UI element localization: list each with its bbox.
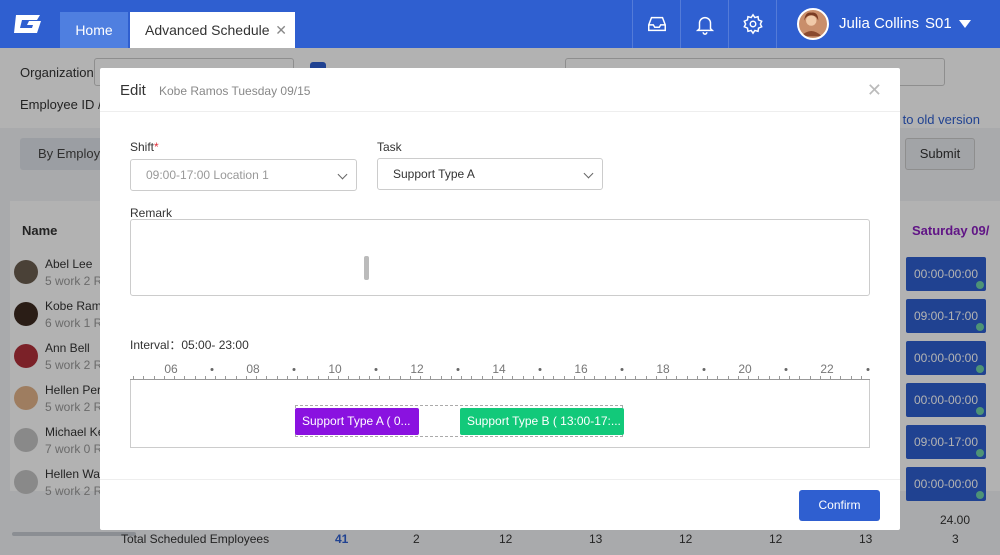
user-menu[interactable]: Julia Collins S01 <box>776 0 1000 48</box>
hour-dot <box>456 368 460 371</box>
confirm-button[interactable]: Confirm <box>799 490 880 521</box>
top-bar: Home Advanced Schedule ✕ Julia Collins S… <box>0 0 1000 48</box>
required-mark: * <box>154 140 159 154</box>
hour-label: 18 <box>656 362 670 376</box>
user-name: Julia Collins <box>839 15 920 32</box>
divider <box>100 111 900 112</box>
hour-dot <box>620 368 624 371</box>
tab-home[interactable]: Home <box>60 12 128 48</box>
hour-dot <box>784 368 788 371</box>
hour-dot <box>292 368 296 371</box>
gear-icon <box>742 13 763 35</box>
bell-icon <box>695 16 714 35</box>
tab-close-icon[interactable]: ✕ <box>275 12 287 48</box>
hour-label: 10 <box>328 362 342 376</box>
divider <box>100 479 900 480</box>
hour-label: 16 <box>574 362 588 376</box>
time-ruler: 06 08 10 12 14 16 18 20 22 <box>130 360 870 380</box>
inbox-button[interactable] <box>632 0 680 48</box>
task-block-support-a[interactable]: Support Type A ( 0... <box>295 408 419 435</box>
shift-select-value: 09:00-17:00 Location 1 <box>146 168 269 182</box>
hour-label: 08 <box>246 362 260 376</box>
tab-label: Advanced Schedule <box>145 22 270 38</box>
hour-dot <box>866 368 870 371</box>
hour-dot <box>374 368 378 371</box>
hour-label: 22 <box>820 362 834 376</box>
caret-down-icon <box>959 20 971 28</box>
remark-label: Remark <box>130 206 173 220</box>
interval-text: Interval：05:00- 23:00 <box>130 338 249 352</box>
hour-label: 12 <box>410 362 424 376</box>
hour-dot <box>210 368 214 371</box>
remark-textarea[interactable] <box>130 219 870 296</box>
settings-button[interactable] <box>728 0 776 48</box>
shift-label: Shift* <box>130 140 159 154</box>
chevron-down-icon <box>337 169 348 180</box>
timeline-area[interactable]: Support Type A ( 0... Support Type B ( 1… <box>130 380 870 448</box>
text-cursor <box>364 256 369 280</box>
inbox-icon <box>647 16 666 32</box>
edit-shift-modal: Edit Kobe Ramos Tuesday 09/15 ✕ Shift* 0… <box>100 68 900 530</box>
user-site: S01 <box>925 15 952 32</box>
user-avatar <box>797 8 829 40</box>
task-block-support-b[interactable]: Support Type B ( 13:00-17:... <box>460 408 624 435</box>
modal-subtitle: Kobe Ramos Tuesday 09/15 <box>159 84 311 98</box>
chevron-down-icon <box>583 168 594 179</box>
hour-dot <box>702 368 706 371</box>
modal-title: Edit <box>120 82 146 99</box>
hour-label: 14 <box>492 362 506 376</box>
shift-select[interactable]: 09:00-17:00 Location 1 <box>130 159 357 191</box>
close-icon[interactable]: ✕ <box>867 80 882 101</box>
hour-dot <box>538 368 542 371</box>
notifications-button[interactable] <box>680 0 728 48</box>
hour-label: 20 <box>738 362 752 376</box>
app-logo-icon <box>14 15 41 33</box>
task-label: Task <box>377 140 402 154</box>
hour-label: 06 <box>164 362 178 376</box>
task-select-value: Support Type A <box>393 167 475 181</box>
task-select[interactable]: Support Type A <box>377 158 603 190</box>
tab-advanced-schedule[interactable]: Advanced Schedule ✕ <box>130 12 295 48</box>
